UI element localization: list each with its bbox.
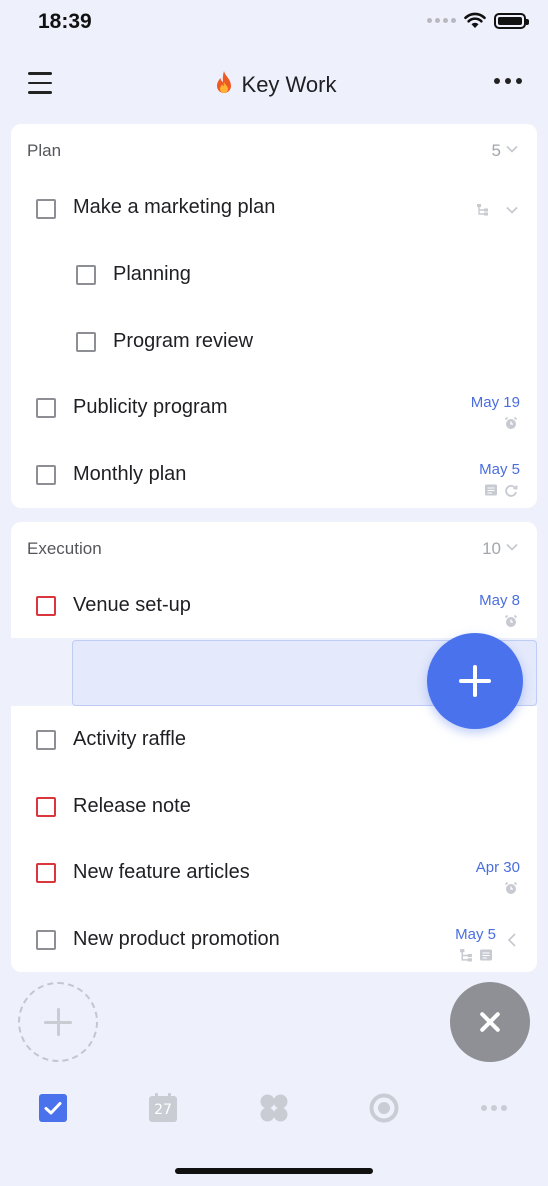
page-title-wrap: Key Work	[0, 70, 548, 98]
task-label: Publicity program	[73, 396, 228, 418]
task-label: Program review	[113, 330, 254, 352]
chevron-down-icon[interactable]	[505, 142, 519, 156]
alarm-icon	[504, 881, 518, 894]
bottom-tab-bar: 27	[0, 1084, 548, 1132]
task-row[interactable]: New product promotion May 5	[11, 906, 537, 972]
group-card-execution: Execution 10 Venue set-up May 8 Activity…	[11, 522, 537, 972]
signal-icon	[427, 18, 456, 23]
task-label: New feature articles	[73, 861, 250, 883]
wifi-icon	[464, 12, 486, 28]
note-icon	[485, 484, 497, 496]
subtask-row[interactable]: Planning	[11, 242, 537, 308]
status-bar: 18:39	[0, 0, 548, 48]
group-header-plan[interactable]: Plan 5	[11, 124, 537, 178]
alarm-icon	[504, 614, 518, 627]
tasks-tab-icon[interactable]	[37, 1092, 69, 1124]
more-tab-icon[interactable]	[478, 1092, 510, 1124]
close-fab[interactable]	[450, 982, 530, 1062]
task-row[interactable]: New feature articles Apr 30	[11, 839, 537, 905]
fire-icon	[216, 71, 231, 93]
task-label: Planning	[113, 263, 191, 285]
task-label: Venue set-up	[73, 594, 191, 616]
task-checkbox[interactable]	[36, 863, 56, 883]
task-label: Activity raffle	[73, 728, 186, 750]
group-title: Plan	[27, 141, 62, 160]
status-indicators	[427, 12, 529, 29]
note-icon	[480, 949, 492, 961]
task-checkbox[interactable]	[36, 398, 56, 418]
task-checkbox[interactable]	[36, 797, 56, 817]
group-title: Execution	[27, 539, 102, 558]
task-meta-icons	[504, 614, 518, 628]
status-time: 18:39	[38, 10, 92, 33]
task-row[interactable]: Publicity program May 19	[11, 375, 537, 441]
due-date: May 5	[479, 461, 520, 478]
task-label: Monthly plan	[73, 463, 187, 485]
add-group-button[interactable]	[18, 982, 98, 1062]
task-checkbox[interactable]	[76, 332, 96, 352]
task-checkbox[interactable]	[76, 265, 96, 285]
task-meta-icons	[504, 416, 518, 430]
task-label: New product promotion	[73, 928, 280, 950]
apps-tab-icon[interactable]	[258, 1092, 290, 1124]
group-count: 5	[491, 141, 501, 160]
due-date: Apr 30	[475, 859, 520, 876]
group-card-plan: Plan 5 Make a marketing plan Planning Pr…	[11, 124, 537, 508]
task-meta-icons	[484, 483, 518, 497]
task-checkbox[interactable]	[36, 465, 56, 485]
subtask-icon	[477, 204, 488, 216]
group-count: 10	[482, 539, 501, 558]
task-checkbox[interactable]	[36, 199, 56, 219]
calendar-day: 27	[154, 1102, 172, 1118]
task-checkbox[interactable]	[36, 730, 56, 750]
task-row[interactable]: Make a marketing plan	[11, 176, 537, 242]
subtask-icon	[460, 949, 472, 962]
add-task-fab[interactable]	[427, 633, 523, 729]
battery-icon	[494, 12, 529, 29]
due-date: May 5	[455, 926, 496, 943]
task-row[interactable]: Monthly plan May 5	[11, 442, 537, 508]
chevron-left-icon[interactable]	[505, 932, 519, 948]
top-header: Key Work	[0, 62, 548, 106]
repeat-icon	[505, 485, 518, 497]
chevron-down-icon[interactable]	[505, 203, 519, 217]
page-title: Key Work	[241, 72, 337, 97]
calendar-tab[interactable]: 27	[147, 1092, 179, 1124]
task-meta-icons	[459, 948, 493, 962]
due-date: May 19	[470, 394, 520, 411]
task-meta-icons	[504, 881, 518, 895]
task-checkbox[interactable]	[36, 930, 56, 950]
task-label: Release note	[73, 795, 191, 817]
task-row[interactable]: Release note	[11, 773, 537, 839]
task-label: Make a marketing plan	[73, 196, 276, 218]
task-row[interactable]: Venue set-up May 8	[11, 572, 537, 638]
chevron-down-icon[interactable]	[505, 540, 519, 554]
more-options-icon[interactable]	[494, 78, 522, 84]
home-indicator	[175, 1168, 373, 1174]
task-checkbox[interactable]	[36, 596, 56, 616]
alarm-icon	[504, 416, 518, 429]
due-date: May 8	[479, 592, 520, 609]
subtask-row[interactable]: Program review	[11, 309, 537, 375]
focus-tab-icon[interactable]	[368, 1092, 400, 1124]
group-header-execution[interactable]: Execution 10	[11, 522, 537, 576]
